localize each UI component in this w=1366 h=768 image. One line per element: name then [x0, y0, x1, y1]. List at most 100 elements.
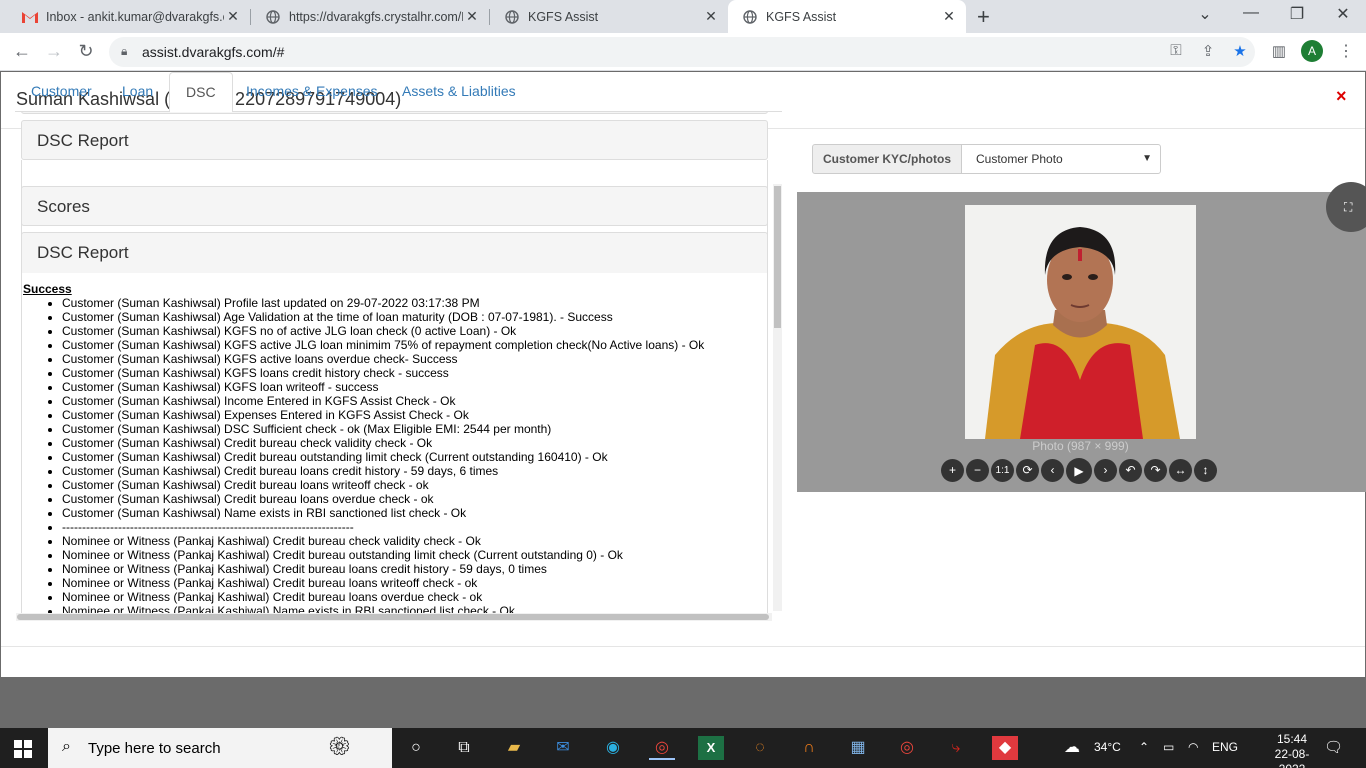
excel-icon[interactable]: X: [698, 736, 724, 760]
back-icon[interactable]: ←: [11, 41, 33, 62]
close-tab-icon[interactable]: ✕: [224, 8, 242, 25]
tab-title: https://dvarakgfs.crystalhr.com/H: [289, 9, 463, 24]
scrollbar-thumb[interactable]: [17, 614, 769, 620]
address-bar[interactable]: 🔒︎ assist.dvarakgfs.com/#: [109, 37, 1255, 67]
rotate-left-icon[interactable]: ↶: [1119, 459, 1142, 482]
side-panel-icon[interactable]: ▥: [1269, 42, 1289, 60]
browser-tab-gmail[interactable]: Inbox - ankit.kumar@dvarakgfs.c ✕: [8, 0, 250, 33]
tab-search-icon[interactable]: ⌄: [1195, 4, 1215, 24]
customer-photo[interactable]: [965, 205, 1196, 439]
taskbar-clock[interactable]: 15:44 22-08-2022: [1262, 732, 1322, 768]
language-indicator[interactable]: ENG: [1212, 740, 1238, 754]
play-icon[interactable]: ▶: [1066, 458, 1092, 484]
report-item: Customer (Suman Kashiwsal) Credit bureau…: [62, 450, 704, 464]
report-item: Customer (Suman Kashiwsal) Expenses Ente…: [62, 408, 704, 422]
menu-icon[interactable]: ⋮: [1338, 41, 1354, 61]
browser-tab-crystalhr[interactable]: https://dvarakgfs.crystalhr.com/H ✕: [251, 0, 489, 33]
key-icon[interactable]: ⚿: [1166, 42, 1186, 59]
kyc-photo-select[interactable]: Customer Photo ▼: [961, 144, 1161, 174]
file-explorer-icon[interactable]: ▰: [501, 736, 527, 760]
reload-icon[interactable]: ↻: [75, 41, 97, 62]
report-vertical-scrollbar[interactable]: [773, 184, 782, 611]
cortana-icon[interactable]: ○: [403, 736, 429, 760]
windows-start-icon[interactable]: [14, 740, 32, 758]
app-window-icon[interactable]: ▦: [845, 736, 871, 760]
next-icon[interactable]: ›: [1094, 459, 1117, 482]
report-item: Nominee or Witness (Pankaj Kashiwal) Cre…: [62, 534, 704, 548]
dsc-report-panel[interactable]: DSC Report: [21, 232, 768, 274]
close-tab-icon[interactable]: ✕: [702, 8, 720, 25]
browser-tabstrip: Inbox - ankit.kumar@dvarakgfs.c ✕ https:…: [0, 0, 1366, 33]
maximize-icon[interactable]: ❐: [1287, 4, 1307, 24]
tab-incomes-expenses[interactable]: Incomes & Expenses: [230, 72, 394, 112]
profile-avatar[interactable]: A: [1301, 40, 1323, 62]
zoom-out-icon[interactable]: −: [966, 459, 989, 482]
report-item-text: Customer (Suman Kashiwsal) Age Validatio…: [62, 310, 613, 324]
reset-icon[interactable]: ⟳: [1016, 459, 1039, 482]
flip-horizontal-icon[interactable]: ↔: [1169, 459, 1192, 482]
share-icon[interactable]: ⇪: [1198, 42, 1218, 60]
orange-app-icon[interactable]: ∩: [796, 736, 822, 760]
previous-icon[interactable]: ‹: [1041, 459, 1064, 482]
one-to-one-icon[interactable]: 1:1: [991, 459, 1014, 482]
modal-tabs: Customer Loan DSC Incomes & Expenses Ass…: [15, 72, 782, 113]
tab-dsc[interactable]: DSC: [169, 72, 233, 113]
temperature-text[interactable]: 34°C: [1094, 740, 1121, 754]
report-item: Customer (Suman Kashiwsal) KGFS active J…: [62, 338, 704, 352]
dsc-report-panel-heading[interactable]: DSC Report: [21, 120, 768, 160]
lock-icon: 🔒︎: [121, 44, 128, 58]
acrobat-icon[interactable]: ⤷: [943, 736, 969, 760]
scores-panel[interactable]: Scores: [21, 186, 768, 226]
minimize-icon[interactable]: —: [1241, 4, 1261, 22]
bookmark-star-icon[interactable]: ★: [1230, 42, 1250, 60]
report-item-text: Nominee or Witness (Pankaj Kashiwal) Cre…: [62, 534, 481, 548]
browser-tab-kgfs-1[interactable]: KGFS Assist ✕: [490, 0, 728, 33]
tab-loan[interactable]: Loan: [106, 72, 169, 112]
report-item-text: Customer (Suman Kashiwsal) Name exists i…: [62, 506, 467, 520]
tray-up-icon[interactable]: ⌃: [1139, 740, 1149, 754]
globe-icon: [742, 9, 758, 25]
close-window-icon[interactable]: ✕: [1333, 4, 1353, 24]
edge-icon[interactable]: ◉: [600, 736, 626, 760]
anydesk-icon[interactable]: ◆: [992, 736, 1018, 760]
search-placeholder: Type here to search: [88, 740, 221, 757]
scores-panel-heading[interactable]: Scores: [21, 112, 768, 114]
report-item: Customer (Suman Kashiwsal) DSC Sufficien…: [62, 422, 704, 436]
forward-icon[interactable]: →: [43, 41, 65, 62]
mail-icon[interactable]: ✉: [550, 736, 576, 760]
loading-app-icon[interactable]: ◌: [747, 736, 773, 760]
report-item: Customer (Suman Kashiwsal) Credit bureau…: [62, 478, 704, 492]
zoom-in-icon[interactable]: +: [941, 459, 964, 482]
scores-heading: Scores: [37, 197, 90, 216]
task-view-icon[interactable]: ⧉: [451, 736, 477, 760]
report-status: Success: [23, 282, 72, 296]
dsc-report-heading: DSC Report: [37, 243, 129, 262]
chevron-down-icon: ▼: [1142, 153, 1152, 164]
report-horizontal-scrollbar[interactable]: [16, 613, 772, 621]
scrollbar-thumb[interactable]: [774, 186, 781, 328]
report-item-text: Customer (Suman Kashiwsal) KGFS active J…: [62, 338, 705, 352]
chrome-profile-icon[interactable]: ◎: [894, 736, 920, 760]
close-icon[interactable]: ×: [1336, 86, 1347, 107]
chrome-icon[interactable]: ◎: [649, 736, 675, 760]
report-item-text: Customer (Suman Kashiwsal) KGFS loan wri…: [62, 380, 379, 394]
report-item-text: Nominee or Witness (Pankaj Kashiwal) Cre…: [62, 562, 547, 576]
notification-icon[interactable]: 🗨︎: [1324, 738, 1343, 756]
new-tab-icon[interactable]: +: [977, 4, 990, 30]
weather-icon[interactable]: ☁: [1064, 737, 1080, 757]
report-item-text: Customer (Suman Kashiwsal) Credit bureau…: [62, 450, 608, 464]
taskbar-search-box[interactable]: ⌕ Type here to search 🌼︎: [48, 728, 392, 768]
tab-assets-liabilities[interactable]: Assets & Liablities: [386, 72, 532, 112]
rotate-right-icon[interactable]: ↷: [1144, 459, 1167, 482]
wifi-icon[interactable]: ◠: [1188, 740, 1198, 754]
close-tab-icon[interactable]: ✕: [463, 8, 481, 25]
tab-title: Inbox - ankit.kumar@dvarakgfs.c: [46, 9, 224, 24]
report-item-text: Customer (Suman Kashiwsal) Credit bureau…: [62, 464, 499, 478]
browser-tab-kgfs-2[interactable]: KGFS Assist ✕: [728, 0, 966, 33]
report-viewport: Scores DSC Report Success Customer (Suma…: [16, 184, 773, 613]
close-tab-icon[interactable]: ✕: [940, 8, 958, 25]
battery-icon[interactable]: ▭: [1163, 740, 1174, 754]
tab-customer[interactable]: Customer: [15, 72, 108, 112]
windows-taskbar: ⌕ Type here to search 🌼︎ ○ ⧉ ▰ ✉ ◉ ◎ X ◌…: [0, 728, 1366, 768]
flip-vertical-icon[interactable]: ↕: [1194, 459, 1217, 482]
